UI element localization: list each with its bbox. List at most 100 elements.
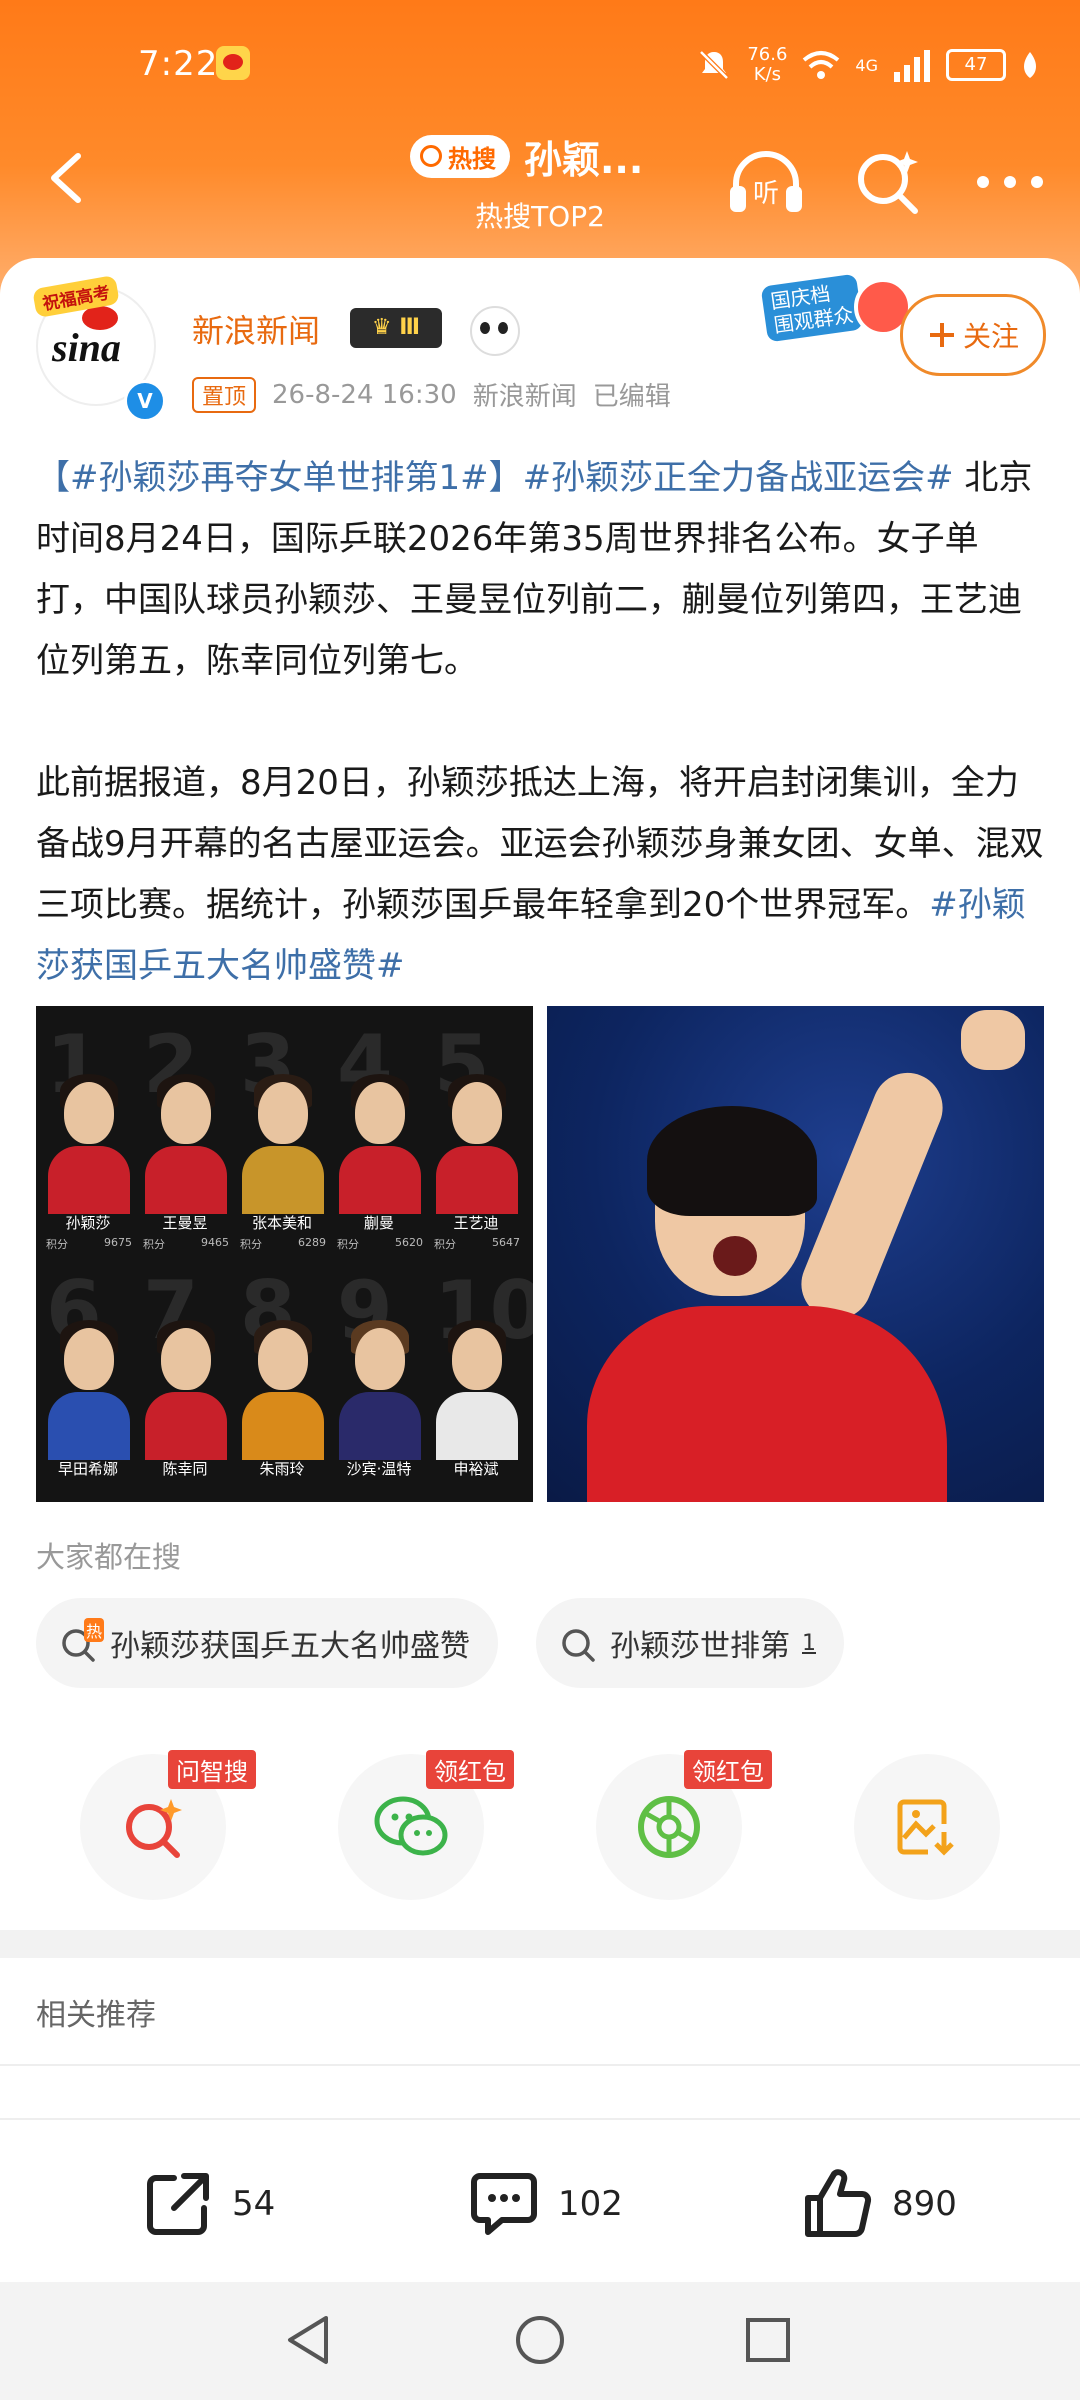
player-shirt [339, 1392, 421, 1460]
hot-search-magnifier-icon [420, 145, 442, 167]
vip-crown-badge: ♛ Ⅲ [350, 308, 442, 348]
ranking-image[interactable]: 1 孙颖莎 积分 9675 2 王曼昱 积分 9465 3 张本美和 积分 6289 4 蒯曼 积分 5620… [36, 1006, 533, 1502]
ranking-player-cell: 7 陈幸同 [139, 1258, 231, 1498]
paragraph-2-text: 此前据报道，8月20日，孙颖莎抵达上海，将开启封闭集训，全力备战9月开幕的名古屋… [36, 763, 1044, 925]
score-label: 积分 [143, 1238, 165, 1251]
topic-tag-ranking[interactable]: 【#孙颖莎再夺女单世排第1#】 [36, 458, 523, 498]
score-value: 9465 [201, 1236, 229, 1249]
player-face [355, 1082, 405, 1144]
share-button[interactable]: 54 [140, 2166, 275, 2242]
post-body: 【#孙颖莎再夺女单世排第1#】#孙颖莎正全力备战亚运会# 北京时间8月24日，国… [36, 448, 1046, 997]
share-count: 54 [232, 2184, 276, 2224]
share-actions-row: 问智搜 领红包 领红包 [0, 1750, 1080, 1904]
listen-button[interactable]: 听 [726, 146, 806, 218]
share-icon [147, 2173, 209, 2235]
related-recommendations-label: 相关推荐 [36, 1998, 156, 2033]
save-image-action[interactable] [854, 1754, 1000, 1900]
player-face [161, 1082, 211, 1144]
thumbs-up-icon [805, 2169, 872, 2237]
author-name[interactable]: 新浪新闻 [192, 306, 320, 352]
search-chip-text: 孙颖莎获国乒五大名帅盛赞 [110, 1629, 470, 1664]
ranking-player-cell: 4 蒯曼 积分 5620 [333, 1012, 425, 1252]
ai-search-sparkle-icon [126, 1799, 182, 1858]
player-name: 陈幸同 [162, 1460, 208, 1478]
more-button[interactable] [970, 146, 1050, 218]
search-chip-number: 1 [802, 1630, 816, 1656]
search-chip-ranking[interactable]: 孙颖莎世排第 1 [536, 1598, 844, 1688]
network-type: 4G [855, 55, 878, 75]
player-score: 积分 9465 [143, 1236, 229, 1252]
comment-button[interactable]: 102 [466, 2166, 623, 2242]
follow-label: 关注 [962, 320, 1019, 353]
action-badge: 问智搜 [168, 1750, 256, 1789]
player-score: 积分 5620 [337, 1236, 423, 1252]
like-count: 890 [892, 2184, 957, 2224]
status-bar: 7:22 76.6 K/s 4G 47 [0, 0, 1080, 130]
mute-icon [699, 50, 730, 80]
nav-back-icon[interactable] [282, 2312, 338, 2368]
status-right: 76.6 K/s 4G 47 [695, 40, 1040, 90]
player-name: 朱雨玲 [259, 1460, 305, 1478]
player-name: 沙宾·温特 [346, 1460, 412, 1478]
player-face [161, 1328, 211, 1390]
section-divider [0, 1930, 1080, 1958]
player-score: 积分 6289 [240, 1236, 326, 1252]
ai-search-button[interactable] [848, 146, 928, 218]
header-title-group: 热搜 孙颖... [410, 128, 643, 184]
hot-marker: 热 [84, 1618, 105, 1642]
signal-icon [894, 50, 930, 82]
system-navigation-bar [0, 2282, 1080, 2400]
promo-tag: 国庆档 围观群众 [760, 273, 864, 343]
ranking-player-cell: 2 王曼昱 积分 9465 [139, 1012, 231, 1252]
net-speed: 76.6 K/s [747, 45, 787, 85]
search-chip-praise[interactable]: 热 孙颖莎获国乒五大名帅盛赞 [36, 1598, 498, 1688]
follow-button[interactable]: 关注 [900, 294, 1046, 376]
player-face [64, 1328, 114, 1390]
player-name: 张本美和 [251, 1214, 312, 1232]
player-celebration-image[interactable] [547, 1006, 1044, 1502]
player-name: 蒯曼 [363, 1214, 394, 1232]
post-source: 新浪新闻 [472, 382, 577, 412]
score-value: 6289 [298, 1236, 326, 1249]
player-face [64, 1082, 114, 1144]
weibo-notification-icon [216, 46, 250, 80]
net-speed-value: 76.6 [747, 44, 788, 65]
nav-home-icon[interactable] [512, 2312, 568, 2368]
player-shirt [48, 1392, 130, 1460]
player-shirt [436, 1392, 518, 1460]
search-icon [562, 1629, 595, 1662]
player-face [355, 1328, 405, 1390]
ranking-player-cell: 8 朱雨玲 [236, 1258, 328, 1498]
vip-level: Ⅲ [399, 315, 421, 340]
ranking-player-cell: 3 张本美和 积分 6289 [236, 1012, 328, 1252]
moments-aperture-icon [638, 1796, 700, 1858]
paragraph-1: 【#孙颖莎再夺女单世排第1#】#孙颖莎正全力备战亚运会# 北京时间8月24日，国… [36, 448, 1046, 692]
comment-icon [471, 2173, 537, 2235]
ai-search-action[interactable]: 问智搜 [80, 1750, 256, 1900]
like-button[interactable]: 890 [800, 2166, 957, 2242]
sparkle-search-icon [858, 151, 918, 214]
player-name: 孙颖莎 [65, 1214, 111, 1232]
topic-tag-preparing[interactable]: #孙颖莎正全力备战亚运会# [523, 458, 954, 498]
ranking-player-cell: 5 王艺迪 积分 5647 [430, 1012, 522, 1252]
national-day-promo[interactable]: 国庆档 围观群众 [760, 268, 920, 370]
nav-recents-icon[interactable] [740, 2312, 796, 2368]
player-name: 王曼昱 [162, 1214, 208, 1232]
share-moments-action[interactable]: 领红包 [596, 1750, 772, 1900]
player-hair [647, 1106, 817, 1216]
action-badge: 领红包 [426, 1750, 514, 1789]
score-label: 积分 [240, 1238, 262, 1251]
status-time: 7:22 [138, 44, 219, 84]
player-shirt [48, 1146, 130, 1214]
plus-icon [929, 323, 954, 347]
page-title: 孙颖... [524, 137, 644, 182]
player-face [452, 1082, 502, 1144]
post-date: 26-8-24 16:30 [272, 379, 457, 410]
player-face [258, 1328, 308, 1390]
player-face [452, 1328, 502, 1390]
player-shirt [242, 1392, 324, 1460]
ranking-player-cell: 6 早田希娜 [42, 1258, 134, 1498]
ranking-player-cell: 9 沙宾·温特 [333, 1258, 425, 1498]
hot-search-pill-label: 热搜 [448, 144, 496, 173]
share-wechat-action[interactable]: 领红包 [338, 1750, 514, 1900]
